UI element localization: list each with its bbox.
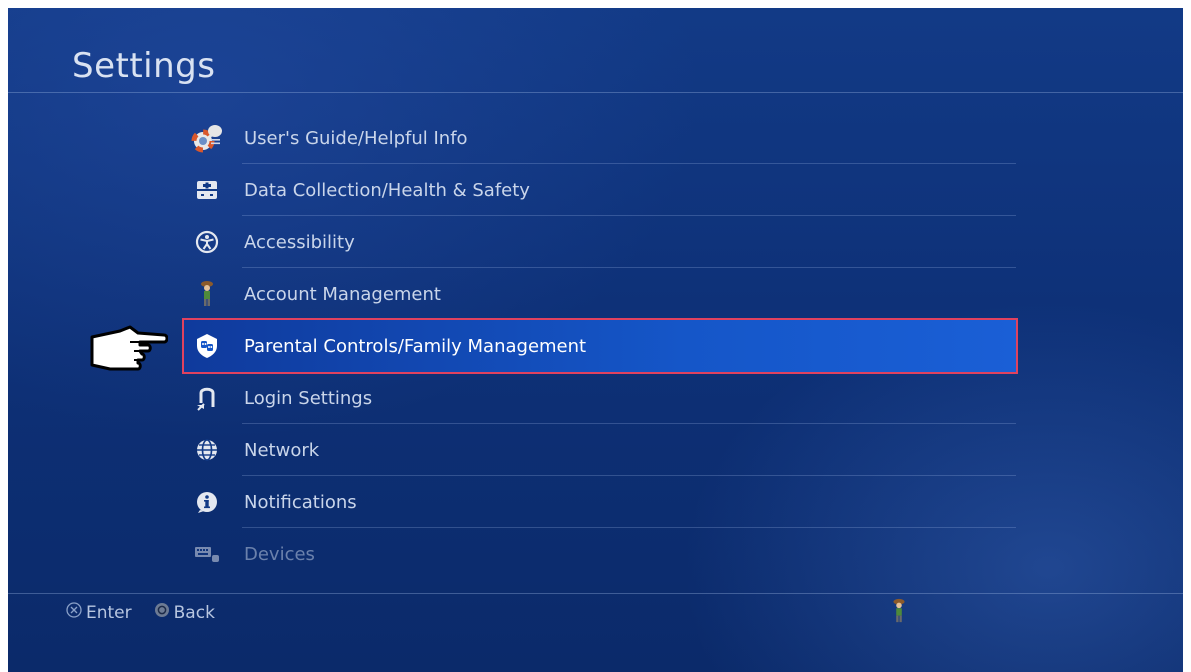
menu-item-label: Account Management [244, 283, 441, 305]
menu-item-label: Network [244, 439, 320, 461]
menu-item-label: Login Settings [244, 387, 373, 409]
page-title: Settings [72, 46, 216, 86]
header-divider [8, 92, 1183, 93]
accessibility-icon [190, 230, 224, 254]
ps4-settings-screen: Settings User's Guide/Helpful Info Data … [8, 8, 1183, 672]
keyboard-device-icon [190, 544, 224, 564]
menu-item-users-guide[interactable]: User's Guide/Helpful Info [184, 112, 1016, 164]
menu-item-accessibility[interactable]: Accessibility [184, 216, 1016, 268]
family-shield-icon [190, 333, 224, 359]
menu-item-notifications[interactable]: Notifications [184, 476, 1016, 528]
footer-divider [8, 593, 1183, 594]
lifebuoy-speech-icon [190, 123, 224, 153]
menu-item-label: Devices [244, 543, 315, 565]
pointing-hand-icon [90, 325, 168, 371]
settings-menu: User's Guide/Helpful Info Data Collectio… [182, 112, 1018, 580]
menu-item-label: User's Guide/Helpful Info [244, 127, 468, 149]
back-label: Back [173, 602, 215, 623]
menu-item-login-settings[interactable]: Login Settings [184, 372, 1016, 424]
info-icon [190, 490, 224, 514]
button-hints: Enter Back [66, 602, 237, 623]
menu-item-parental-controls[interactable]: Parental Controls/Family Management [182, 318, 1018, 374]
avatar-figure-icon [190, 280, 224, 308]
menu-item-label: Accessibility [244, 231, 355, 253]
globe-icon [190, 438, 224, 462]
circle-button-icon [154, 602, 170, 623]
login-arrow-icon [190, 385, 224, 411]
menu-item-network[interactable]: Network [184, 424, 1016, 476]
menu-item-devices[interactable]: Devices [184, 528, 1016, 580]
menu-item-account-management[interactable]: Account Management [184, 268, 1016, 320]
enter-hint[interactable]: Enter [66, 602, 132, 623]
enter-label: Enter [86, 602, 132, 623]
back-hint[interactable]: Back [154, 602, 215, 623]
menu-item-label: Parental Controls/Family Management [244, 335, 587, 357]
first-aid-box-icon [190, 178, 224, 202]
cross-button-icon [66, 602, 82, 623]
user-avatar-icon [893, 598, 905, 623]
menu-item-label: Data Collection/Health & Safety [244, 179, 530, 201]
menu-item-label: Notifications [244, 491, 357, 513]
menu-item-data-collection[interactable]: Data Collection/Health & Safety [184, 164, 1016, 216]
